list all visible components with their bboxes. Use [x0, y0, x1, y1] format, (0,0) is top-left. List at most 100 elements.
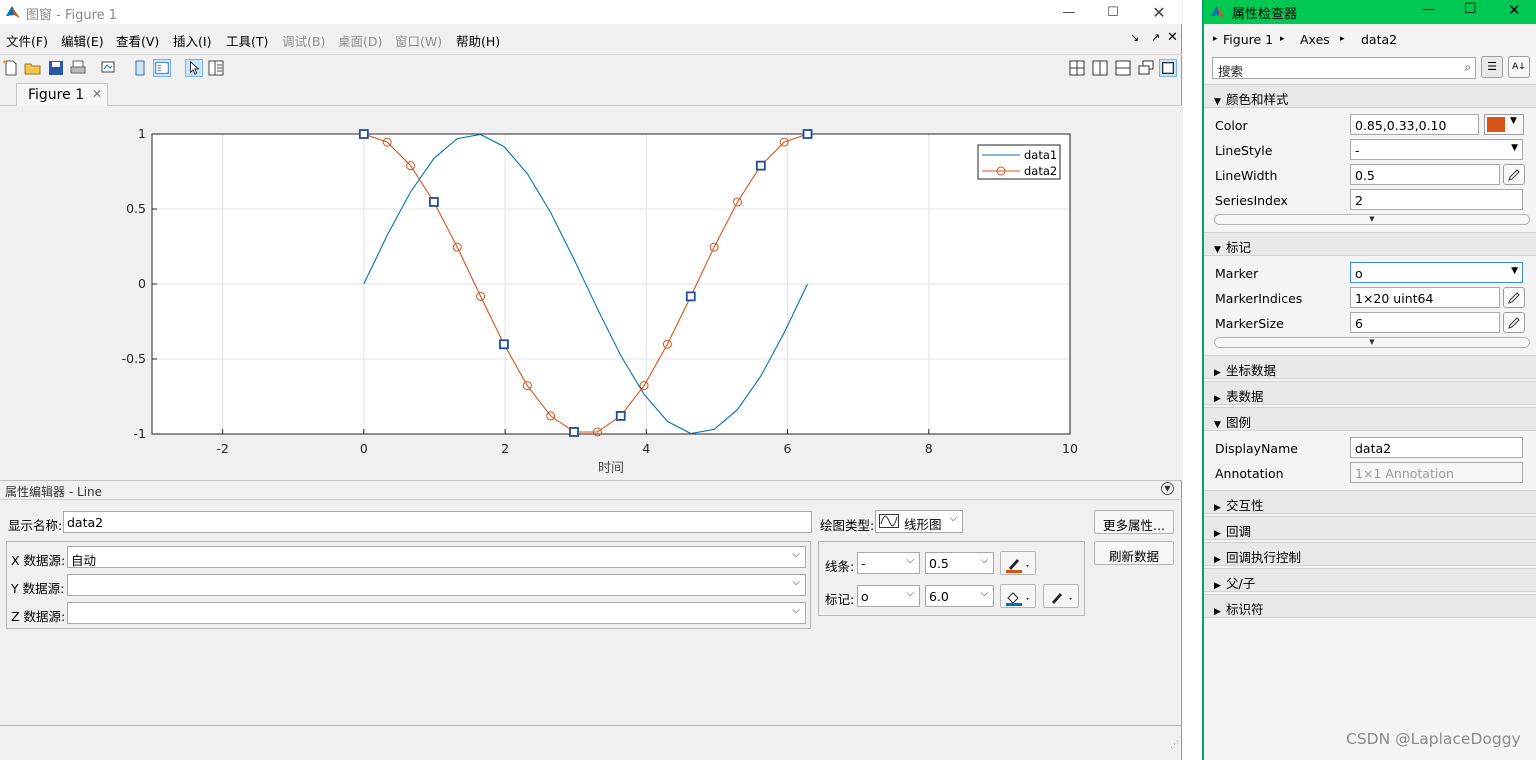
edit-markerindices-button[interactable]	[1503, 287, 1525, 308]
print-icon[interactable]	[69, 59, 87, 77]
close-button[interactable]: ✕	[1508, 1, 1521, 19]
maximize-button[interactable]: ☐	[1464, 1, 1477, 17]
figure-title-bar[interactable]: 图窗 - Figure 1 — ☐ ✕	[0, 0, 1182, 24]
breadcrumb-figure[interactable]: Figure 1	[1223, 32, 1273, 47]
prop-linewidth-input[interactable]: 0.5	[1350, 164, 1500, 185]
menu-tools[interactable]: 工具(T)	[226, 31, 268, 50]
menu-view[interactable]: 查看(V)	[116, 31, 159, 50]
marker-face-color-button[interactable]	[1043, 584, 1079, 608]
line-color-button[interactable]	[1000, 551, 1036, 575]
menu-edit[interactable]: 编辑(E)	[61, 31, 104, 50]
prop-color-value[interactable]: 0.85,0.33,0.10	[1350, 114, 1479, 135]
resize-grip-icon[interactable]: ⋰	[1170, 740, 1179, 750]
section-callback-exec[interactable]: ▶ 回调执行控制	[1204, 542, 1536, 566]
figure-canvas[interactable]: -2 0 2 4 6 8 10 -1 -0.5 0 0.5 1 时间 data1 data2	[0, 106, 1182, 480]
x-source-select[interactable]: 自动 ⌵	[67, 546, 806, 568]
tab-figure-1[interactable]: Figure 1 ✕	[16, 83, 108, 107]
section-table-data[interactable]: ▶ 表数据	[1204, 381, 1536, 405]
selection-handle[interactable]	[569, 427, 579, 437]
undock-arrow-icon[interactable]: ↗	[1151, 31, 1160, 44]
prop-linestyle-select[interactable]: - ▼	[1350, 139, 1523, 160]
menu-debug[interactable]: 调试(B)	[282, 31, 325, 50]
prop-marker-label: Marker	[1215, 266, 1259, 281]
menu-help[interactable]: 帮助(H)	[456, 31, 500, 50]
prop-annotation-value: 1×1 Annotation	[1350, 462, 1523, 483]
selection-handle[interactable]	[755, 160, 766, 171]
refresh-data-button[interactable]: 刷新数据	[1094, 541, 1174, 565]
line-plot[interactable]: -2 0 2 4 6 8 10 -1 -0.5 0 0.5 1 时间 data1 data2	[0, 106, 1182, 480]
inspector-title-bar[interactable]: 属性检查器 — ☐ ✕	[1204, 0, 1536, 24]
color-picker-button[interactable]: ▼	[1484, 114, 1524, 135]
minimize-button[interactable]: —	[1046, 0, 1092, 24]
section-legend[interactable]: ▼ 图例	[1204, 407, 1536, 431]
tile-left-right-icon[interactable]	[1091, 59, 1109, 77]
prop-marker-select[interactable]: o ▼	[1350, 262, 1523, 283]
section-identifiers[interactable]: ▶ 标识符	[1204, 594, 1536, 618]
line-style-select[interactable]: - ⌵	[857, 552, 920, 574]
selection-handle[interactable]	[802, 129, 813, 139]
property-editor-toggle-icon[interactable]	[207, 59, 225, 77]
z-source-select[interactable]: ⌵	[67, 602, 806, 624]
close-figure-icon[interactable]: ✕	[1167, 30, 1178, 45]
x-tick-label: -2	[216, 441, 228, 456]
minimize-button[interactable]: —	[1422, 2, 1435, 17]
prop-displayname-input[interactable]: data2	[1350, 437, 1523, 458]
section-color-style[interactable]: ▼ 颜色和样式	[1204, 84, 1536, 108]
chevron-right-icon: ▸	[1340, 34, 1345, 44]
menu-desktop[interactable]: 桌面(D)	[338, 31, 382, 50]
prop-markerindices-input[interactable]: 1×20 uint64	[1350, 287, 1500, 308]
dock-arrow-icon[interactable]: ↘	[1130, 31, 1139, 44]
tile-top-bottom-icon[interactable]	[1114, 59, 1132, 77]
show-plot-tools-icon[interactable]	[153, 59, 171, 77]
close-button[interactable]: ✕	[1136, 0, 1182, 24]
section-label: 颜色和样式	[1226, 92, 1289, 107]
maximize-button[interactable]: ☐	[1090, 0, 1136, 24]
selection-handle[interactable]	[358, 129, 369, 139]
group-view-icon[interactable]: ☰	[1481, 56, 1503, 78]
marker-size-select[interactable]: 6.0 ⌵	[925, 585, 994, 607]
selection-handle[interactable]	[499, 339, 509, 350]
expand-more-icon[interactable]: ▼	[1214, 214, 1530, 225]
section-callbacks[interactable]: ▶ 回调	[1204, 516, 1536, 540]
figure-title: 图窗 - Figure 1	[26, 8, 118, 23]
close-tab-icon[interactable]: ✕	[92, 87, 102, 101]
section-parent-child[interactable]: ▶ 父/子	[1204, 568, 1536, 592]
plot-type-select[interactable]: 线形图 ⌵	[875, 510, 963, 533]
prop-seriesindex-input[interactable]: 2	[1350, 189, 1523, 210]
expand-more-icon[interactable]: ▼	[1214, 337, 1530, 348]
menu-insert[interactable]: 插入(I)	[173, 31, 211, 50]
selection-handle[interactable]	[685, 291, 696, 302]
edit-linewidth-button[interactable]	[1503, 164, 1525, 185]
section-interactivity[interactable]: ▶ 交互性	[1204, 490, 1536, 514]
hide-tools-icon[interactable]	[131, 59, 149, 77]
pencil-icon	[1508, 168, 1520, 181]
line-width-select[interactable]: 0.5 ⌵	[925, 552, 994, 574]
more-properties-button[interactable]: 更多属性...	[1094, 510, 1174, 534]
menu-window[interactable]: 窗口(W)	[395, 31, 442, 50]
selection-handle[interactable]	[429, 197, 439, 207]
link-plot-icon[interactable]	[99, 59, 117, 77]
breadcrumb-axes[interactable]: Axes	[1300, 32, 1330, 47]
float-windows-icon[interactable]	[1137, 59, 1155, 77]
selection-handle[interactable]	[615, 411, 626, 421]
open-folder-icon[interactable]	[24, 59, 42, 77]
sort-az-icon[interactable]: A↓	[1508, 56, 1530, 78]
prop-markersize-input[interactable]: 6	[1350, 312, 1500, 333]
marker-select[interactable]: o ⌵	[857, 585, 920, 607]
expanded-caret-icon: ▼	[1214, 420, 1221, 430]
menu-file[interactable]: 文件(F)	[6, 31, 48, 50]
new-file-icon[interactable]	[2, 59, 20, 77]
maximize-document-icon[interactable]	[1159, 59, 1177, 77]
display-name-input[interactable]: data2	[63, 511, 812, 533]
section-markers[interactable]: ▼ 标记	[1204, 232, 1536, 256]
collapse-panel-icon[interactable]: ▼	[1161, 482, 1174, 495]
edit-markersize-button[interactable]	[1503, 312, 1525, 333]
edit-plot-cursor-icon[interactable]	[185, 59, 203, 77]
search-input[interactable]: 搜索 ⌕	[1212, 57, 1476, 79]
breadcrumb-line[interactable]: data2	[1361, 32, 1397, 47]
y-source-select[interactable]: ⌵	[67, 574, 806, 596]
section-coordinate-data[interactable]: ▶ 坐标数据	[1204, 355, 1536, 379]
marker-edge-color-button[interactable]	[1000, 584, 1036, 608]
save-icon[interactable]	[47, 59, 65, 77]
tile-grid-icon[interactable]	[1068, 59, 1086, 77]
